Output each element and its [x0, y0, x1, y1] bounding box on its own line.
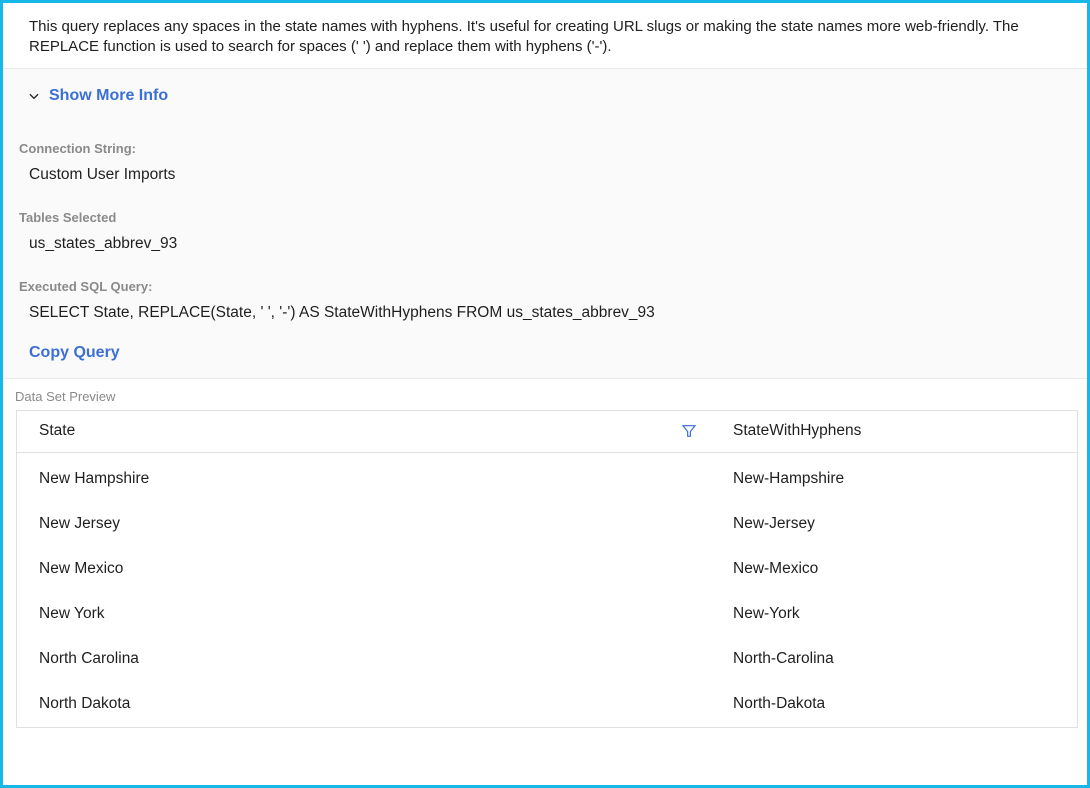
app-frame: This query replaces any spaces in the st…: [0, 0, 1090, 788]
table-row: North DakotaNorth-Dakota: [17, 682, 1077, 727]
cell-state: New Jersey: [17, 515, 707, 533]
cell-state: North Carolina: [17, 650, 707, 668]
cell-state: New Hampshire: [17, 470, 707, 488]
table-header: State StateWithHyphens: [17, 411, 1077, 453]
info-panel: Show More Info Connection String: Custom…: [3, 68, 1087, 379]
column-header-state[interactable]: State: [17, 422, 707, 440]
tables-selected-label: Tables Selected: [19, 202, 1071, 233]
executed-sql-label: Executed SQL Query:: [19, 271, 1071, 302]
show-more-toggle[interactable]: Show More Info: [19, 83, 1071, 133]
table-row: North CarolinaNorth-Carolina: [17, 637, 1077, 682]
cell-state: New York: [17, 605, 707, 623]
connection-string-label: Connection String:: [19, 133, 1071, 164]
cell-state-with-hyphens: New-Hampshire: [707, 470, 1077, 488]
cell-state-with-hyphens: New-York: [707, 605, 1077, 623]
cell-state-with-hyphens: New-Mexico: [707, 560, 1077, 578]
column-header-hyphens[interactable]: StateWithHyphens: [707, 422, 1077, 440]
dataset-table: State StateWithHyphens New HampshireNew-…: [16, 410, 1078, 728]
column-header-state-label: State: [39, 422, 75, 440]
cell-state-with-hyphens: North-Dakota: [707, 695, 1077, 713]
cell-state-with-hyphens: North-Carolina: [707, 650, 1077, 668]
query-description: This query replaces any spaces in the st…: [3, 3, 1087, 68]
table-row: New MexicoNew-Mexico: [17, 547, 1077, 592]
cell-state: New Mexico: [17, 560, 707, 578]
table-body: New HampshireNew-HampshireNew JerseyNew-…: [17, 453, 1077, 727]
dataset-preview-label: Data Set Preview: [3, 379, 1087, 408]
column-header-hyphens-label: StateWithHyphens: [733, 422, 861, 439]
table-row: New HampshireNew-Hampshire: [17, 457, 1077, 502]
executed-sql-value: SELECT State, REPLACE(State, ' ', '-') A…: [19, 302, 1071, 340]
show-more-label: Show More Info: [49, 87, 168, 105]
tables-selected-value: us_states_abbrev_93: [19, 233, 1071, 271]
table-row: New JerseyNew-Jersey: [17, 502, 1077, 547]
chevron-down-icon: [27, 89, 41, 103]
connection-string-value: Custom User Imports: [19, 164, 1071, 202]
filter-icon[interactable]: [681, 423, 697, 439]
cell-state-with-hyphens: New-Jersey: [707, 515, 1077, 533]
cell-state: North Dakota: [17, 695, 707, 713]
copy-query-button[interactable]: Copy Query: [19, 340, 1071, 362]
table-row: New YorkNew-York: [17, 592, 1077, 637]
